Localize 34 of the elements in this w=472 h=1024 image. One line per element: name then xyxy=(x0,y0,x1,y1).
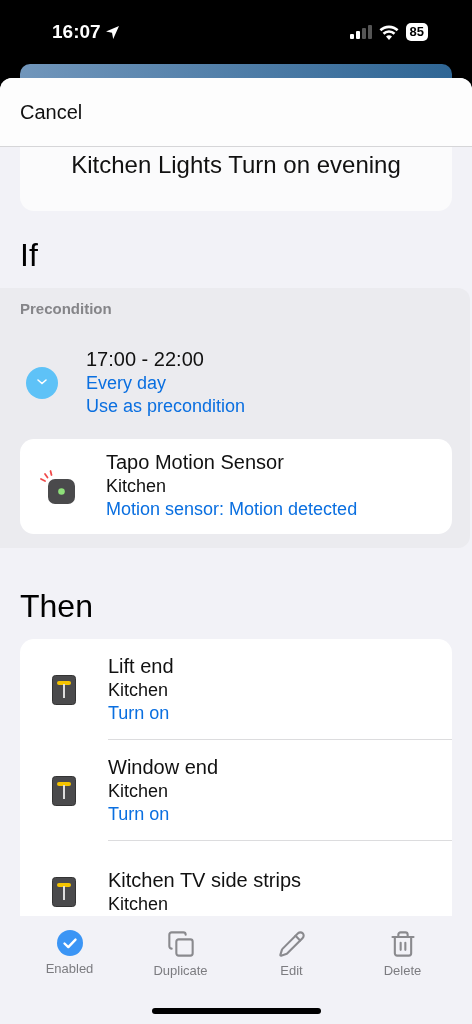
device-name: Window end xyxy=(108,755,220,779)
device-room: Kitchen xyxy=(108,780,170,802)
edit-button[interactable]: Edit xyxy=(236,930,347,978)
schedule-repeat: Every day xyxy=(86,373,167,394)
status-time: 16:07 xyxy=(52,21,101,43)
device-action: Turn on xyxy=(108,702,171,724)
device-room: Kitchen xyxy=(106,476,167,497)
device-name: Kitchen TV side strips xyxy=(108,868,303,892)
light-switch-icon xyxy=(52,674,76,705)
device-name: Tapo Motion Sensor xyxy=(106,451,284,474)
section-heading: Then xyxy=(20,588,93,625)
battery-level: 85 xyxy=(405,23,428,41)
schedule-time: 17:00 - 22:00 xyxy=(86,348,204,371)
device-room: Kitchen xyxy=(108,893,170,915)
trigger-condition: Motion sensor: Motion detected xyxy=(106,499,358,520)
duplicate-icon xyxy=(166,930,195,958)
location-arrow-icon xyxy=(104,24,120,40)
section-heading: If xyxy=(20,237,38,274)
trigger-card[interactable]: Tapo Motion Sensor Kitchen Motion sensor: Motion detected xyxy=(20,439,452,534)
device-name: Lift end xyxy=(108,654,175,678)
cancel-button[interactable]: Cancel xyxy=(20,100,83,124)
light-switch-icon xyxy=(52,876,76,907)
signal-icon xyxy=(349,25,372,39)
schedule-mode: Use as precondition xyxy=(86,396,246,417)
delete-button[interactable]: Delete xyxy=(347,930,458,978)
wifi-icon xyxy=(378,24,399,40)
device-room: Kitchen xyxy=(108,679,170,701)
pencil-icon xyxy=(277,930,306,958)
light-switch-icon xyxy=(52,775,76,806)
toggle-button[interactable]: Enabled xyxy=(14,930,125,976)
panel-label: Precondition xyxy=(20,300,112,317)
automation-title: Kitchen Lights Turn on evening xyxy=(71,151,401,180)
duplicate-button[interactable]: Duplicate xyxy=(125,930,236,978)
device-action: Turn on xyxy=(108,803,171,825)
